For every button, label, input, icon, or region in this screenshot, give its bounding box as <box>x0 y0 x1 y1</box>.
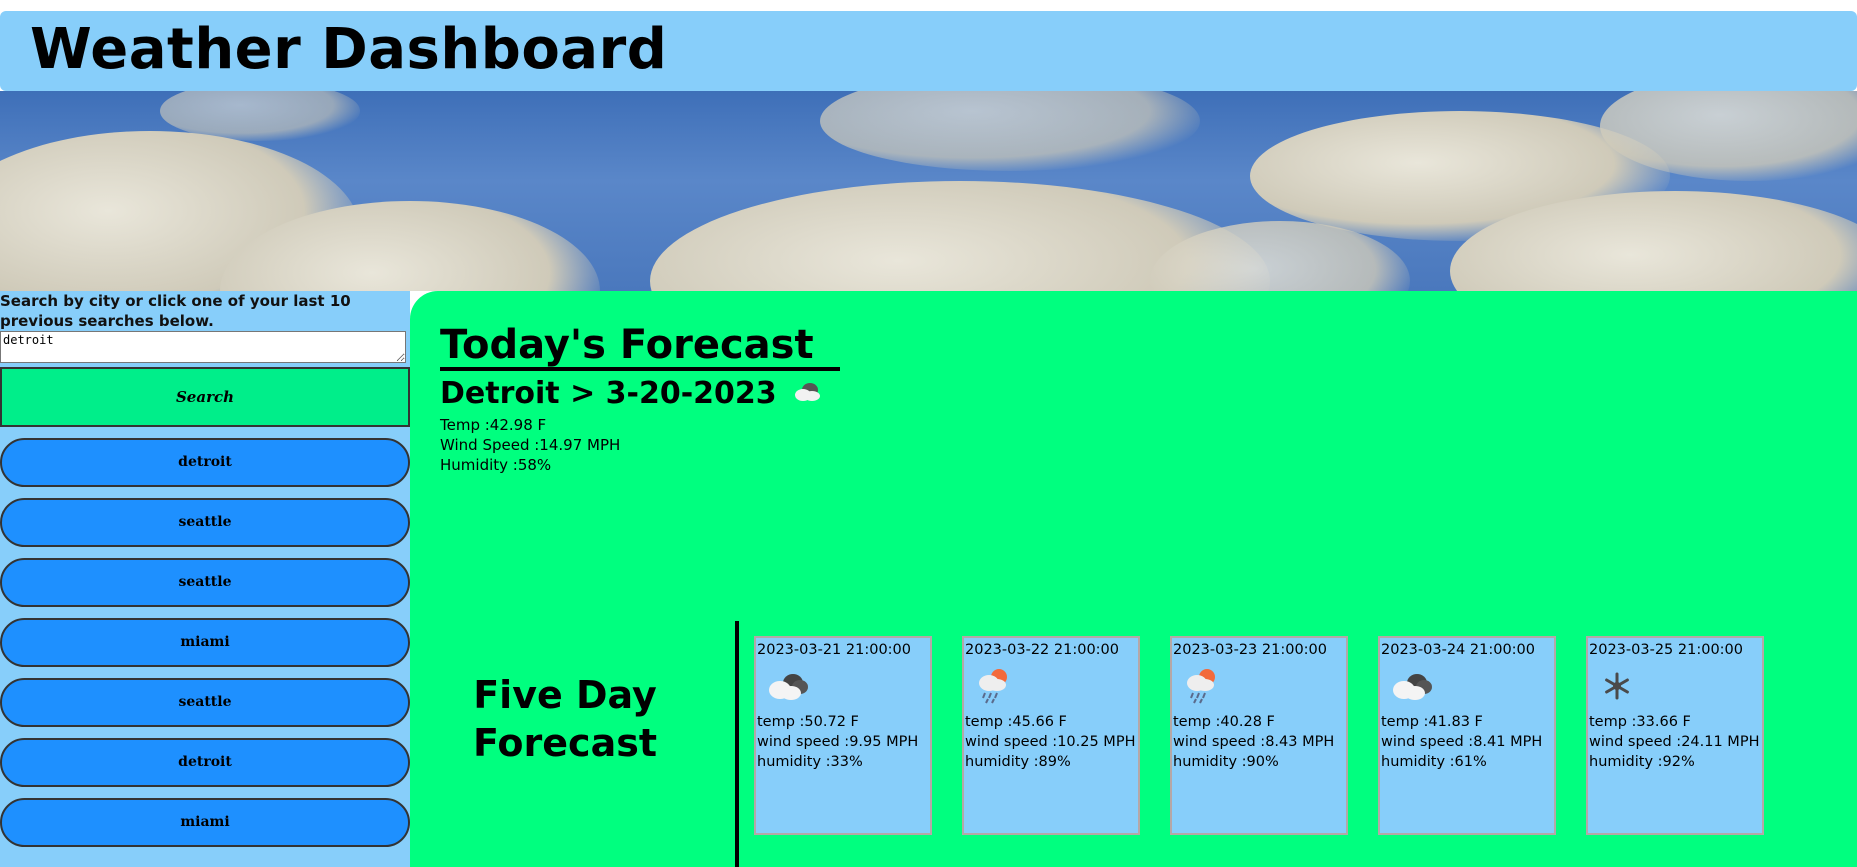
today-forecast-heading: Today's Forecast <box>440 323 840 371</box>
forecast-card: 2023-03-24 21:00:00 temp :41.83 F wind s… <box>1378 636 1556 835</box>
forecast-date: 2023-03-21 21:00:00 <box>757 642 911 658</box>
forecast-date: 2023-03-23 21:00:00 <box>1173 642 1327 658</box>
forecast-date: 2023-03-24 21:00:00 <box>1381 642 1535 658</box>
search-history-list: detroit seattle seattle miami seattle de… <box>0 438 410 858</box>
history-button[interactable]: detroit <box>0 738 410 787</box>
search-instructions: Search by city or click one of your last… <box>0 292 351 330</box>
city-search-input[interactable] <box>0 331 406 363</box>
forecast-humidity: humidity :92% <box>1589 754 1695 770</box>
forecast-temp: temp :41.83 F <box>1381 714 1483 730</box>
forecast-wind: wind speed :9.95 MPH <box>757 734 919 750</box>
forecast-wind: wind speed :24.11 MPH <box>1589 734 1760 750</box>
forecast-humidity: humidity :33% <box>757 754 863 770</box>
page-header: Weather Dashboard <box>0 11 1857 91</box>
rain-sun-icon <box>965 660 1137 712</box>
forecast-temp: temp :33.66 F <box>1589 714 1691 730</box>
overcast-cloud-icon <box>757 660 929 712</box>
today-wind: Wind Speed :14.97 MPH <box>440 436 621 454</box>
forecast-humidity: humidity :89% <box>965 754 1071 770</box>
forecast-humidity: humidity :61% <box>1381 754 1487 770</box>
snowflake-icon <box>1589 660 1761 712</box>
history-button[interactable]: seattle <box>0 558 410 607</box>
forecast-temp: temp :45.66 F <box>965 714 1067 730</box>
forecast-panel: Today's Forecast Detroit > 3-20-2023 Tem… <box>410 291 1857 867</box>
forecast-date: 2023-03-22 21:00:00 <box>965 642 1119 658</box>
page-title: Weather Dashboard <box>30 17 668 82</box>
forecast-card: 2023-03-21 21:00:00 temp :50.72 F wind s… <box>754 636 932 835</box>
divider <box>735 621 739 867</box>
search-button[interactable]: Search <box>0 367 410 427</box>
search-sidebar: Search by city or click one of your last… <box>0 291 410 867</box>
history-button[interactable]: seattle <box>0 498 410 547</box>
today-temp: Temp :42.98 F <box>440 416 547 434</box>
forecast-date: 2023-03-25 21:00:00 <box>1589 642 1743 658</box>
forecast-card: 2023-03-22 21:00:00 temp :45.66 F wind s… <box>962 636 1140 835</box>
forecast-wind: wind speed :8.41 MPH <box>1381 734 1543 750</box>
sky-banner-image <box>0 91 1857 291</box>
forecast-humidity: humidity :90% <box>1173 754 1279 770</box>
today-humidity: Humidity :58% <box>440 456 552 474</box>
cloud-icon <box>793 383 823 409</box>
overcast-cloud-icon <box>1381 660 1553 712</box>
history-button[interactable]: detroit <box>0 438 410 487</box>
five-day-heading: Five Day Forecast <box>473 673 657 765</box>
history-button[interactable]: seattle <box>0 678 410 727</box>
rain-sun-icon <box>1173 660 1345 712</box>
today-stats: Temp :42.98 F Wind Speed :14.97 MPH Humi… <box>440 415 620 475</box>
current-city-date: Detroit > 3-20-2023 <box>440 376 823 411</box>
history-button[interactable]: miami <box>0 798 410 847</box>
forecast-wind: wind speed :10.25 MPH <box>965 734 1136 750</box>
forecast-wind: wind speed :8.43 MPH <box>1173 734 1335 750</box>
history-button[interactable]: miami <box>0 618 410 667</box>
forecast-temp: temp :40.28 F <box>1173 714 1275 730</box>
forecast-temp: temp :50.72 F <box>757 714 859 730</box>
forecast-card: 2023-03-25 21:00:00 temp :33.66 F wind s… <box>1586 636 1764 835</box>
city-date-text: Detroit > 3-20-2023 <box>440 376 777 411</box>
forecast-card: 2023-03-23 21:00:00 temp :40.28 F wind s… <box>1170 636 1348 835</box>
